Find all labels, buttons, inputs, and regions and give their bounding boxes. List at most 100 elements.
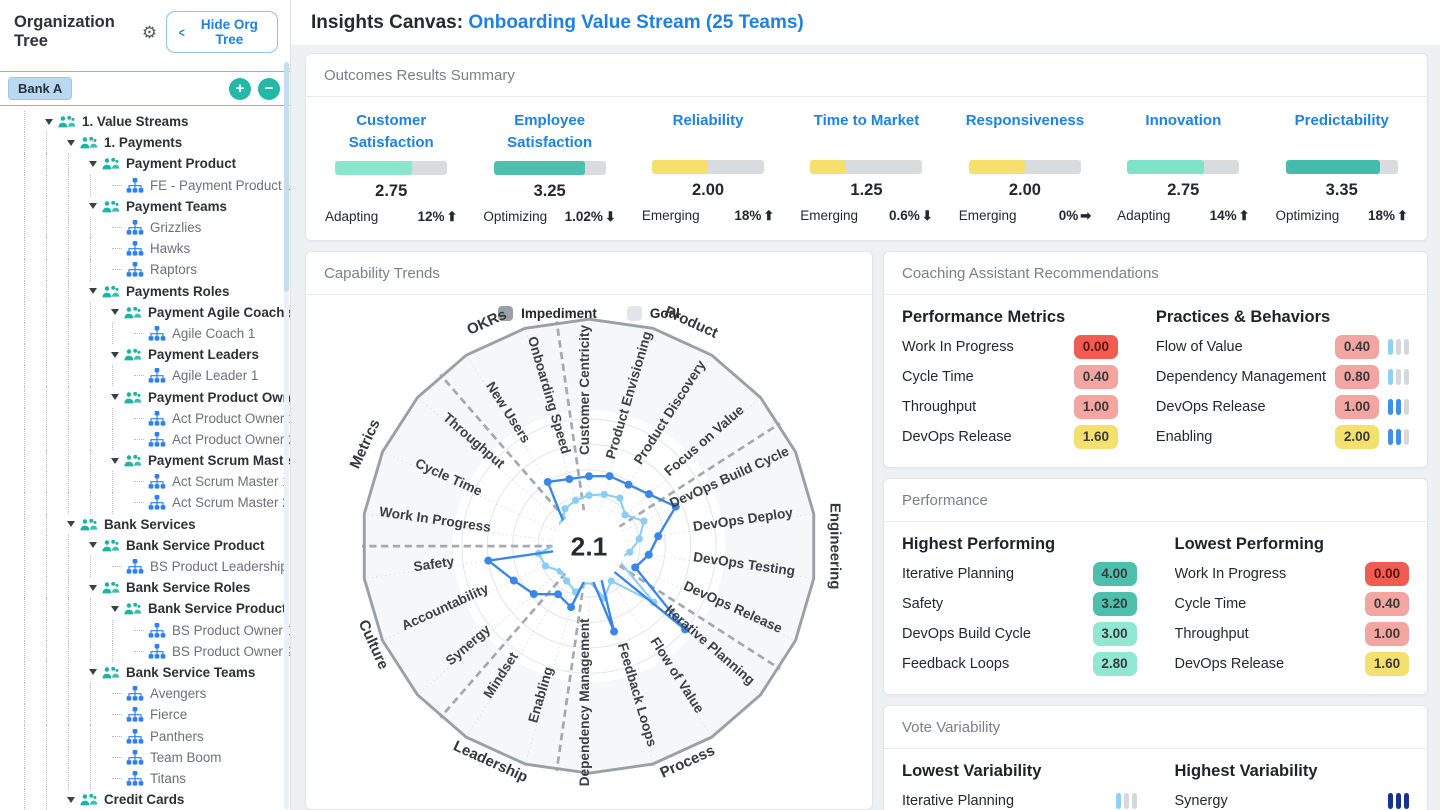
capability-radar-chart[interactable]: ProductEngineeringProcessLeadershipCultu… [307, 301, 871, 810]
radar-data-point[interactable] [530, 590, 538, 598]
expand-caret-icon[interactable] [111, 352, 119, 358]
radar-data-point[interactable] [554, 590, 562, 598]
tree-node-leaf[interactable]: Hawks [24, 238, 290, 259]
metric-name[interactable]: Employee Satisfaction [488, 110, 612, 154]
tree-node-group[interactable]: Payment Leaders [24, 344, 290, 365]
coaching-row[interactable]: Enabling2.00 [1156, 422, 1409, 452]
vote-row[interactable]: Synergy [1175, 786, 1410, 810]
tree-node-leaf[interactable]: Grizzlies [24, 217, 290, 238]
tree-node-group[interactable]: Bank Service Roles [24, 577, 290, 598]
coaching-row[interactable]: Throughput1.00 [902, 392, 1118, 422]
tree-node-leaf[interactable]: Avengers [24, 683, 290, 704]
collapse-all-button[interactable]: − [258, 78, 280, 100]
coaching-row[interactable]: Flow of Value0.40 [1156, 332, 1409, 362]
expand-caret-icon[interactable] [111, 458, 119, 464]
expand-caret-icon[interactable] [111, 309, 119, 315]
expand-caret-icon[interactable] [89, 161, 97, 167]
expand-caret-icon[interactable] [89, 585, 97, 591]
coaching-row[interactable]: Work In Progress0.00 [902, 332, 1118, 362]
expand-caret-icon[interactable] [111, 394, 119, 400]
coaching-row[interactable]: DevOps Release1.60 [902, 422, 1118, 452]
tree-node-group[interactable]: Bank Services [24, 514, 290, 535]
tree-node-leaf[interactable]: Agile Coach 1 [24, 323, 290, 344]
metric-name[interactable]: Reliability [673, 110, 744, 153]
radar-data-point[interactable] [616, 494, 623, 501]
radar-data-point[interactable] [626, 548, 633, 555]
radar-data-point[interactable] [542, 562, 549, 569]
radar-data-point[interactable] [585, 472, 593, 480]
radar-axis-label[interactable]: Dependency Management [577, 617, 592, 785]
tree-node-group[interactable]: Payment Teams [24, 196, 290, 217]
tree-node-leaf[interactable]: Team Boom [24, 747, 290, 768]
radar-data-point[interactable] [567, 603, 575, 611]
radar-axis-label[interactable]: Customer Centricity [577, 324, 592, 455]
expand-caret-icon[interactable] [67, 797, 75, 803]
tree-node-leaf[interactable]: BS Product Leadership Team [24, 556, 290, 577]
radar-data-point[interactable] [645, 490, 653, 498]
vote-row[interactable]: Iterative Planning [902, 786, 1137, 810]
coaching-row[interactable]: Cycle Time0.40 [902, 362, 1118, 392]
tree-node-leaf[interactable]: Act Product Owner 1 [24, 408, 290, 429]
radar-data-point[interactable] [610, 627, 618, 635]
gear-icon[interactable]: ⚙ [142, 24, 157, 41]
radar-data-point[interactable] [636, 535, 643, 542]
expand-caret-icon[interactable] [67, 140, 75, 146]
performance-row[interactable]: Iterative Planning4.00 [902, 559, 1137, 589]
radar-data-point[interactable] [510, 576, 518, 584]
hide-org-tree-button[interactable]: < Hide Org Tree [166, 11, 278, 53]
tree-node-leaf[interactable]: BS Product Owner 1 [24, 620, 290, 641]
tree-node-group[interactable]: Bank Service Teams [24, 662, 290, 683]
tree-node-leaf[interactable]: Agile Leader 1 [24, 365, 290, 386]
tree-node-leaf[interactable]: Fierce [24, 704, 290, 725]
tree-node-group[interactable]: Payment Agile Coaches [24, 302, 290, 323]
expand-caret-icon[interactable] [89, 288, 97, 294]
tree-node-group[interactable]: 1. Payments [24, 132, 290, 153]
tree-node-leaf[interactable]: Act Product Owner 2 [24, 429, 290, 450]
radar-data-point[interactable] [601, 490, 608, 497]
coaching-row[interactable]: Dependency Management0.80 [1156, 362, 1409, 392]
radar-data-point[interactable] [565, 475, 573, 483]
metric-name[interactable]: Customer Satisfaction [329, 110, 453, 154]
tree-node-group[interactable]: Bank Service Product Owners [24, 598, 290, 619]
radar-data-point[interactable] [640, 517, 647, 524]
coaching-row[interactable]: DevOps Release1.00 [1156, 392, 1409, 422]
tree-node-leaf[interactable]: Act Scrum Master 1 [24, 471, 290, 492]
tree-node-group[interactable]: Payment Scrum Masters [24, 450, 290, 471]
performance-row[interactable]: Safety3.20 [902, 589, 1137, 619]
performance-row[interactable]: DevOps Build Cycle3.00 [902, 619, 1137, 649]
radar-data-point[interactable] [585, 491, 592, 498]
metric-name[interactable]: Time to Market [814, 110, 920, 153]
metric-name[interactable]: Responsiveness [966, 110, 1084, 153]
tree-node-group[interactable]: Payment Product [24, 153, 290, 174]
tree-node-leaf[interactable]: Raptors [24, 259, 290, 280]
radar-data-point[interactable] [563, 577, 570, 584]
expand-caret-icon[interactable] [89, 669, 97, 675]
performance-row[interactable]: DevOps Release1.60 [1175, 649, 1410, 679]
sidebar-scrollbar[interactable] [284, 62, 289, 810]
performance-row[interactable]: Work In Progress0.00 [1175, 559, 1410, 589]
tree-node-group[interactable]: Credit Cards [24, 789, 290, 810]
tree-node-group[interactable]: Payment Product Owners [24, 386, 290, 407]
expand-all-button[interactable]: + [229, 78, 251, 100]
radar-data-point[interactable] [561, 505, 568, 512]
performance-row[interactable]: Feedback Loops2.80 [902, 649, 1137, 679]
radar-data-point[interactable] [608, 577, 615, 584]
radar-data-point[interactable] [625, 480, 633, 488]
tree-node-group[interactable]: Payments Roles [24, 281, 290, 302]
radar-data-point[interactable] [645, 550, 653, 558]
performance-row[interactable]: Cycle Time0.40 [1175, 589, 1410, 619]
radar-data-point[interactable] [572, 496, 579, 503]
radar-data-point[interactable] [544, 477, 552, 485]
metric-name[interactable]: Predictability [1295, 110, 1389, 153]
value-stream-link[interactable]: Onboarding Value Stream (25 Teams) [468, 12, 803, 33]
sidebar-scrollbar-thumb[interactable] [284, 62, 289, 292]
tree-node-leaf[interactable]: FE - Payment Product Leader [24, 175, 290, 196]
radar-data-point[interactable] [621, 511, 628, 518]
performance-row[interactable]: Throughput1.00 [1175, 619, 1410, 649]
expand-caret-icon[interactable] [89, 203, 97, 209]
radar-data-point[interactable] [654, 532, 662, 540]
tree-node-group[interactable]: Bank Service Product [24, 535, 290, 556]
radar-data-point[interactable] [484, 556, 492, 564]
tree-node-leaf[interactable]: Act Scrum Master 2 [24, 492, 290, 513]
tree-node-leaf[interactable]: BS Product Owner 2 [24, 641, 290, 662]
